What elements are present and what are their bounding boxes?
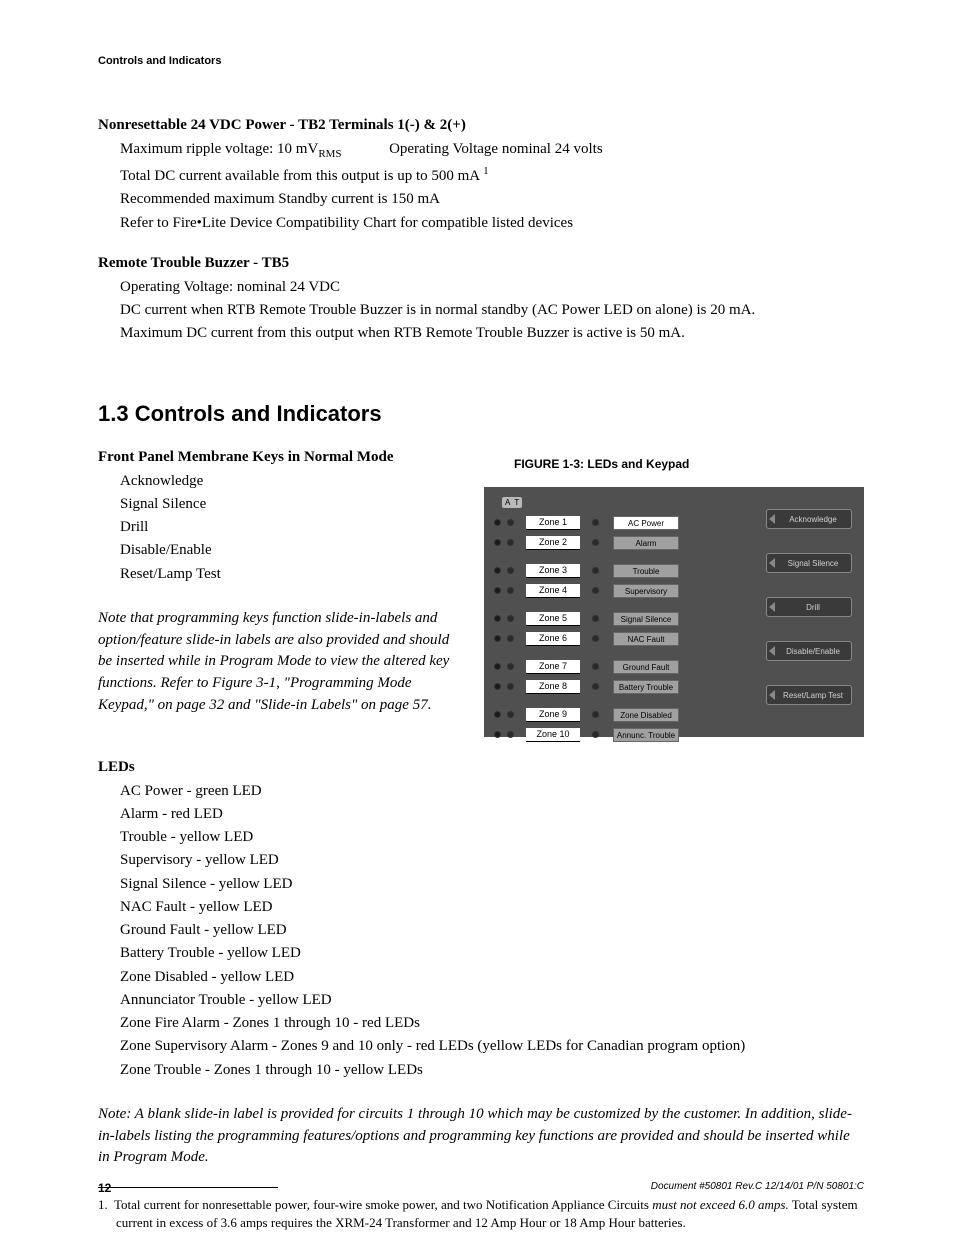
key-item: Signal Silence <box>120 493 460 516</box>
status-label: AC Power <box>613 516 679 530</box>
status-label: Trouble <box>613 564 679 578</box>
zone-label: Zone 2 <box>526 536 580 550</box>
status-label: Annunc. Trouble <box>613 728 679 742</box>
led-item: Battery Trouble - yellow LED <box>120 942 864 965</box>
led-item: NAC Fault - yellow LED <box>120 896 864 919</box>
alarm-led <box>494 587 501 594</box>
footnote: 1. Total current for nonresettable power… <box>98 1196 864 1231</box>
spec-line: Operating Voltage: nominal 24 VDC <box>120 276 864 299</box>
alarm-led <box>494 567 501 574</box>
keypad-button[interactable]: Reset/Lamp Test <box>766 685 852 705</box>
zone-label: Zone 9 <box>526 708 580 722</box>
status-led <box>592 711 599 718</box>
trouble-led <box>507 635 514 642</box>
keypad-button[interactable]: Disable/Enable <box>766 641 852 661</box>
key-item: Disable/Enable <box>120 539 460 562</box>
status-label: NAC Fault <box>613 632 679 646</box>
spec-line: Refer to Fire•Lite Device Compatibility … <box>120 212 864 235</box>
zone-label: Zone 3 <box>526 564 580 578</box>
alarm-led <box>494 519 501 526</box>
status-led <box>592 615 599 622</box>
status-led <box>592 683 599 690</box>
spec-line: Recommended maximum Standby current is 1… <box>120 188 864 211</box>
label-note: Note: A blank slide-in label is provided… <box>98 1104 864 1169</box>
running-header: Controls and Indicators <box>98 55 864 67</box>
led-item: Annunciator Trouble - yellow LED <box>120 989 864 1012</box>
zone-label: Zone 4 <box>526 584 580 598</box>
spec-heading-remote-buzzer: Remote Trouble Buzzer - TB5 <box>98 255 864 272</box>
doc-id: Document #50801 Rev.C 12/14/01 P/N 50801… <box>651 1181 864 1195</box>
page-number: 12 <box>98 1181 111 1195</box>
status-label: Signal Silence <box>613 612 679 626</box>
spec-line: Maximum DC current from this output when… <box>120 322 864 345</box>
trouble-led <box>507 711 514 718</box>
status-led <box>592 539 599 546</box>
status-led <box>592 635 599 642</box>
keypad-panel: AT Zone 1 AC Power Zone 2 Alarm Zone 3 Troubl… <box>484 487 864 737</box>
trouble-led <box>507 683 514 690</box>
led-item: Trouble - yellow LED <box>120 826 864 849</box>
status-led <box>592 587 599 594</box>
figure-caption: FIGURE 1-3: LEDs and Keypad <box>514 457 864 471</box>
alarm-led <box>494 711 501 718</box>
trouble-led <box>507 587 514 594</box>
page-footer: 12 Document #50801 Rev.C 12/14/01 P/N 50… <box>98 1181 864 1195</box>
at-header: AT <box>502 497 522 508</box>
key-item: Reset/Lamp Test <box>120 563 460 586</box>
leds-heading: LEDs <box>98 759 864 776</box>
alarm-led <box>494 539 501 546</box>
spec-line: Maximum ripple voltage: 10 mVRMS Operati… <box>120 138 864 163</box>
status-led <box>592 567 599 574</box>
keypad-button[interactable]: Signal Silence <box>766 553 852 573</box>
section-title: 1.3 Controls and Indicators <box>98 401 864 427</box>
panel-row: Zone 9 Zone Disabled <box>494 705 854 725</box>
led-item: Supervisory - yellow LED <box>120 849 864 872</box>
alarm-led <box>494 731 501 738</box>
operating-voltage: Operating Voltage nominal 24 volts <box>389 141 603 157</box>
status-label: Supervisory <box>613 584 679 598</box>
status-led <box>592 519 599 526</box>
status-label: Ground Fault <box>613 660 679 674</box>
led-item: Ground Fault - yellow LED <box>120 919 864 942</box>
zone-label: Zone 8 <box>526 680 580 694</box>
led-item: Signal Silence - yellow LED <box>120 873 864 896</box>
trouble-led <box>507 519 514 526</box>
trouble-led <box>507 731 514 738</box>
led-item: Zone Fire Alarm - Zones 1 through 10 - r… <box>120 1012 864 1035</box>
zone-label: Zone 1 <box>526 516 580 530</box>
spec-line: Total DC current available from this out… <box>120 163 864 188</box>
led-item: AC Power - green LED <box>120 780 864 803</box>
alarm-led <box>494 635 501 642</box>
panel-row: Zone 10 Annunc. Trouble <box>494 725 854 745</box>
led-item: Zone Disabled - yellow LED <box>120 966 864 989</box>
keypad-button[interactable]: Acknowledge <box>766 509 852 529</box>
led-item: Alarm - red LED <box>120 803 864 826</box>
trouble-led <box>507 663 514 670</box>
zone-label: Zone 7 <box>526 660 580 674</box>
status-led <box>592 663 599 670</box>
spec-heading-nonresettable: Nonresettable 24 VDC Power - TB2 Termina… <box>98 117 864 134</box>
programming-note: Note that programming keys function slid… <box>98 608 460 717</box>
alarm-led <box>494 615 501 622</box>
status-label: Alarm <box>613 536 679 550</box>
alarm-led <box>494 683 501 690</box>
zone-label: Zone 10 <box>526 728 580 742</box>
alarm-led <box>494 663 501 670</box>
status-led <box>592 731 599 738</box>
status-label: Zone Disabled <box>613 708 679 722</box>
zone-label: Zone 6 <box>526 632 580 646</box>
trouble-led <box>507 539 514 546</box>
key-item: Acknowledge <box>120 470 460 493</box>
led-item: Zone Trouble - Zones 1 through 10 - yell… <box>120 1059 864 1082</box>
led-item: Zone Supervisory Alarm - Zones 9 and 10 … <box>120 1035 864 1058</box>
ripple-voltage: Maximum ripple voltage: 10 mV <box>120 141 318 157</box>
key-item: Drill <box>120 516 460 539</box>
status-label: Battery Trouble <box>613 680 679 694</box>
trouble-led <box>507 567 514 574</box>
spec-line: DC current when RTB Remote Trouble Buzze… <box>120 299 864 322</box>
zone-label: Zone 5 <box>526 612 580 626</box>
trouble-led <box>507 615 514 622</box>
keys-heading: Front Panel Membrane Keys in Normal Mode <box>98 449 460 466</box>
keypad-button[interactable]: Drill <box>766 597 852 617</box>
